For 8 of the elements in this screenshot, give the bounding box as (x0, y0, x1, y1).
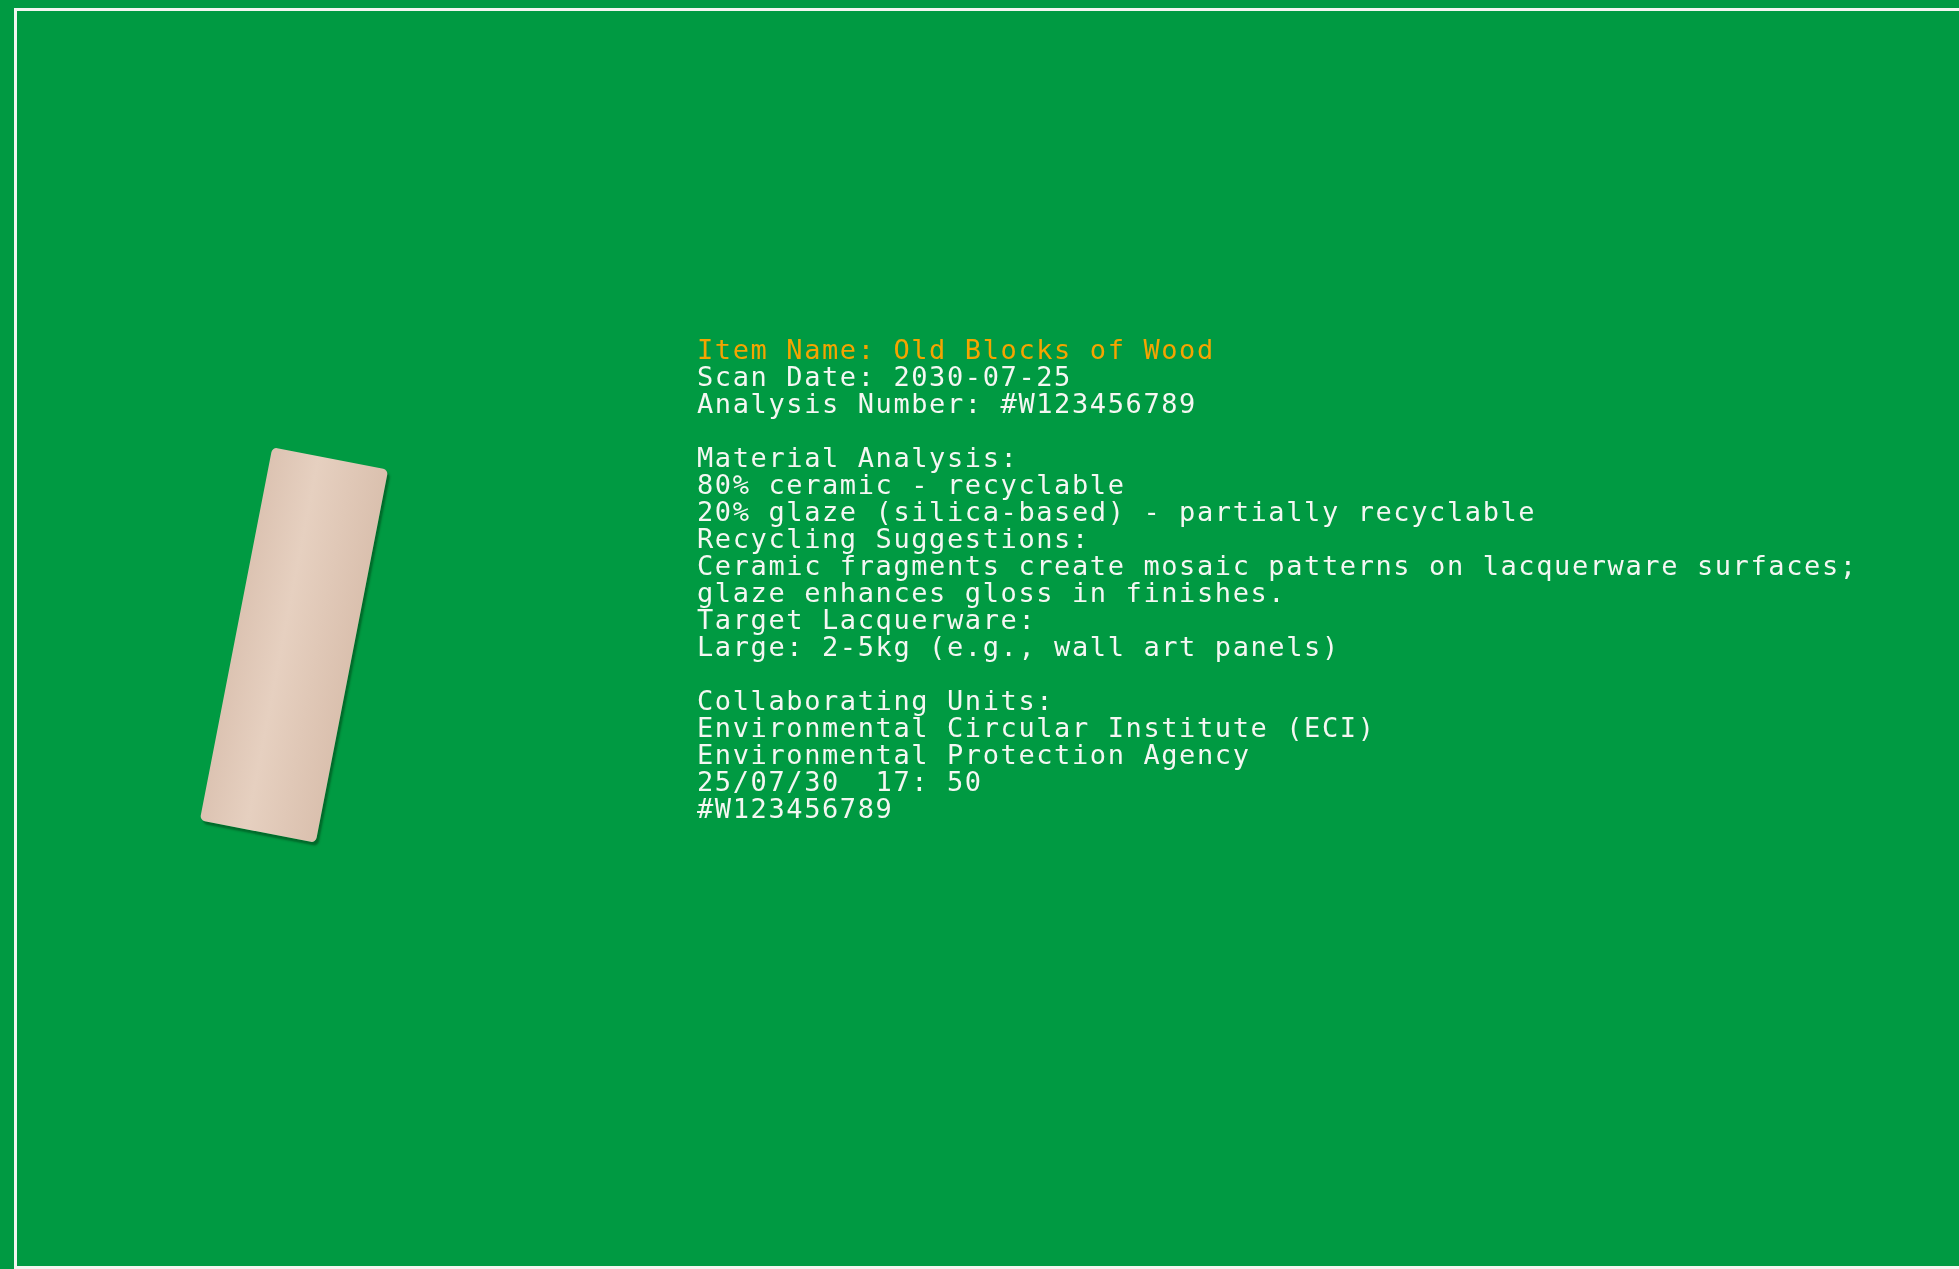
collaboration-line: Collaborating Units: (697, 687, 1056, 714)
info-line: Analysis Number: #W123456789 (697, 390, 1198, 417)
info-line: Scan Date: 2030-07-25 (697, 363, 1073, 390)
collaboration-line: Environmental Protection Agency (697, 741, 1252, 768)
analysis-line: Material Analysis: (697, 444, 1020, 471)
collaboration-line: #W123456789 (697, 795, 895, 822)
collaboration-line: 25/07/30 17: 50 (697, 768, 984, 795)
info-line: Item Name: Old Blocks of Wood (697, 336, 1216, 363)
